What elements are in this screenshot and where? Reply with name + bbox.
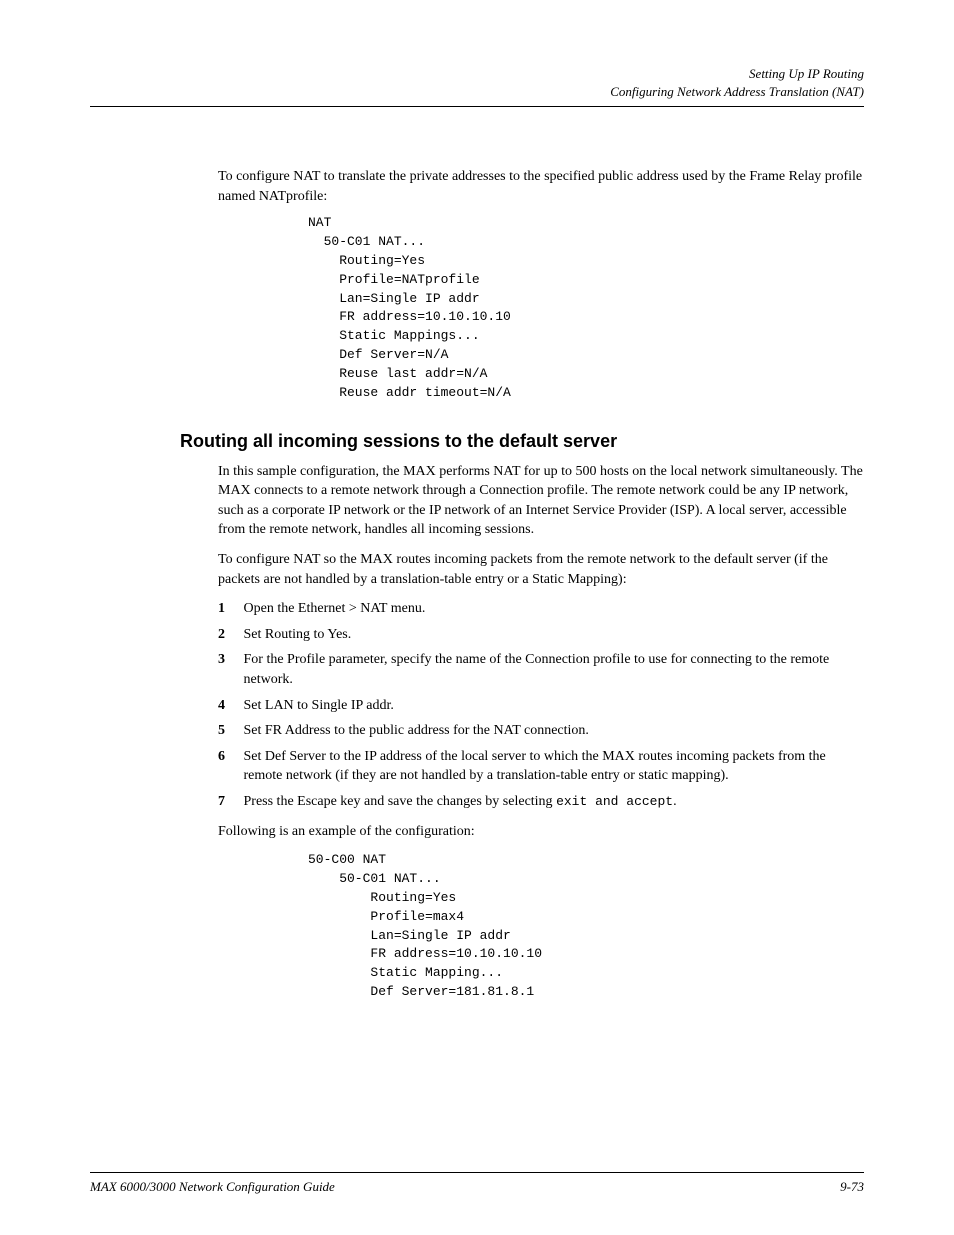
step-number: 4 [218,696,240,716]
step-text: For the Profile parameter, specify the n… [244,650,844,689]
step-number: 1 [218,599,240,619]
section-paragraph-2: To configure NAT so the MAX routes incom… [218,550,864,589]
step7-code: exit and accept [556,794,673,809]
step-3: 3 For the Profile parameter, specify the… [218,650,864,689]
header-sub: Configuring Network Address Translation … [90,84,864,100]
step-number: 5 [218,721,240,741]
step-text: Set Def Server to the IP address of the … [244,747,844,786]
step-6: 6 Set Def Server to the IP address of th… [218,747,864,786]
step-text: Press the Escape key and save the change… [244,792,844,812]
step-text: Set FR Address to the public address for… [244,721,844,741]
section-paragraph-3: Following is an example of the configura… [218,822,864,842]
header-title: Setting Up IP Routing [90,66,864,82]
section-paragraph-1: In this sample configuration, the MAX pe… [218,462,864,540]
step-5: 5 Set FR Address to the public address f… [218,721,864,741]
step-text: Set Routing to Yes. [244,625,844,645]
step-number: 3 [218,650,240,670]
step7-post: . [673,794,677,809]
step-1: 1 Open the Ethernet > NAT menu. [218,599,864,619]
step-4: 4 Set LAN to Single IP addr. [218,696,864,716]
page-content: To configure NAT to translate the privat… [90,107,864,1002]
step-text: Open the Ethernet > NAT menu. [244,599,844,619]
page-footer: MAX 6000/3000 Network Configuration Guid… [90,1172,864,1195]
step-2: 2 Set Routing to Yes. [218,625,864,645]
step-number: 2 [218,625,240,645]
step-7: 7 Press the Escape key and save the chan… [218,792,864,812]
footer-right: 9-73 [840,1179,864,1195]
code-block-example: 50-C00 NAT 50-C01 NAT... Routing=Yes Pro… [308,851,864,1002]
step-text: Set LAN to Single IP addr. [244,696,844,716]
page-header: Setting Up IP Routing Configuring Networ… [90,66,864,107]
step7-pre: Press the Escape key and save the change… [244,794,557,809]
step-number: 7 [218,792,240,812]
footer-left: MAX 6000/3000 Network Configuration Guid… [90,1179,335,1195]
section-heading: Routing all incoming sessions to the def… [180,431,864,452]
code-block-nat: NAT 50-C01 NAT... Routing=Yes Profile=NA… [308,214,864,402]
step-number: 6 [218,747,240,767]
intro-paragraph-1: To configure NAT to translate the privat… [218,167,864,206]
footer-rule [90,1172,864,1173]
